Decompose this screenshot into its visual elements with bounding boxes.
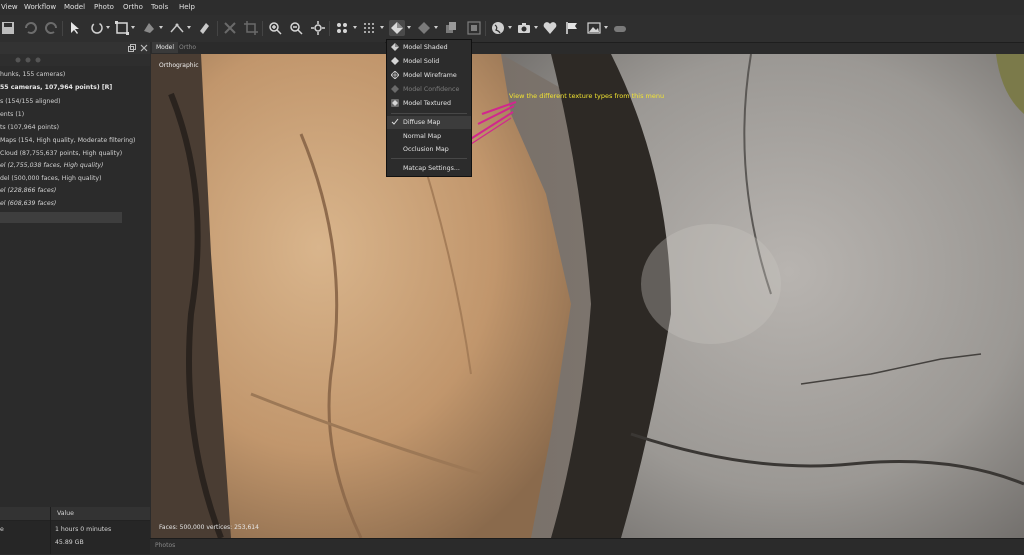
menu-photo[interactable]: Photo <box>94 3 114 11</box>
menu-item-model-solid[interactable]: Model Solid <box>387 55 471 68</box>
toolbar <box>0 15 1024 43</box>
menu-item-label: Model Wireframe <box>403 72 457 79</box>
menu-item-label: Model Shaded <box>403 44 448 51</box>
delete-icon[interactable] <box>222 20 238 36</box>
photos-pane-label: Photos <box>155 542 176 549</box>
workspace-item-model[interactable]: el (2,755,038 faces, High quality) <box>0 162 103 169</box>
model-shaded-icon[interactable] <box>389 20 405 36</box>
menu-item-normal-map[interactable]: Normal Map <box>387 130 471 143</box>
menu-workflow[interactable]: Workflow <box>24 3 56 11</box>
workspace-item[interactable]: hunks, 155 cameras) <box>0 71 65 78</box>
pointer-icon[interactable] <box>67 20 83 36</box>
workspace-item-cameras[interactable]: s (154/155 aligned) <box>0 98 61 105</box>
layers-icon[interactable] <box>443 20 459 36</box>
workspace-item-chunk[interactable]: 55 cameras, 107,964 points) [R] <box>0 84 112 91</box>
projection-label: Orthographic <box>159 62 199 69</box>
menu-item-model-shaded[interactable]: Model Shaded <box>387 41 471 54</box>
workspace-item-depth-maps[interactable]: Maps (154, High quality, Moderate filter… <box>0 137 135 144</box>
menu-item-model-confidence: Model Confidence <box>387 83 471 96</box>
camera-grid-icon[interactable] <box>466 20 482 36</box>
heart-icon[interactable] <box>542 20 558 36</box>
eraser-icon[interactable] <box>196 20 212 36</box>
workspace-item-model[interactable]: el (228,866 faces) <box>0 187 56 194</box>
menu-model[interactable]: Model <box>64 3 85 11</box>
workspace-subtoolbar <box>0 54 150 66</box>
properties-header: Value <box>0 507 150 521</box>
rock-texture <box>151 54 1024 538</box>
menu-item-label: Normal Map <box>403 133 442 140</box>
zoom-out-icon[interactable] <box>288 20 304 36</box>
menu-item-label: Model Textured <box>403 100 451 107</box>
ruler-icon[interactable] <box>169 20 185 36</box>
image-icon[interactable] <box>586 20 602 36</box>
workspace-item-model[interactable]: el (608,639 faces) <box>0 200 56 207</box>
undo-icon[interactable] <box>22 20 38 36</box>
crop-icon[interactable] <box>243 20 259 36</box>
annotation-text: View the different texture types from th… <box>509 92 665 100</box>
menu-item-matcap-settings[interactable]: Matcap Settings... <box>387 162 471 175</box>
property-value: 1 hours 0 minutes <box>55 526 112 533</box>
menu-item-diffuse-map[interactable]: Diffuse Map <box>387 116 471 129</box>
menu-item-label: Model Solid <box>403 58 440 65</box>
zoom-in-icon[interactable] <box>267 20 283 36</box>
checkmark-icon <box>391 118 399 125</box>
workspace-tools-icon[interactable] <box>14 56 44 64</box>
menu-item-label: Model Confidence <box>403 86 460 93</box>
properties-panel: Value e 1 hours 0 minutes 45.89 GB <box>0 507 150 554</box>
value-column-header: Value <box>57 510 74 517</box>
marker-icon[interactable] <box>612 20 628 36</box>
menu-item-label: Matcap Settings... <box>403 165 460 172</box>
menu-item-model-wireframe[interactable]: Model Wireframe <box>387 69 471 82</box>
workspace-item-markers[interactable]: ents (1) <box>0 111 24 118</box>
menu-help[interactable]: Help <box>179 3 195 11</box>
menu-tools[interactable]: Tools <box>151 3 168 11</box>
model-textured-icon <box>391 99 399 107</box>
texture-icon[interactable] <box>416 20 432 36</box>
model-wireframe-icon <box>391 71 399 79</box>
camera-icon[interactable] <box>516 20 532 36</box>
save-icon[interactable] <box>0 20 16 36</box>
navigate-icon[interactable] <box>310 20 326 36</box>
menu-item-model-textured[interactable]: Model Textured <box>387 97 471 110</box>
selected-row-highlight <box>0 212 122 223</box>
points-icon[interactable] <box>334 20 350 36</box>
workspace-panel: hunks, 155 cameras) 55 cameras, 107,964 … <box>0 42 150 508</box>
viewport-status: Faces: 500,000 vertices: 253,614 <box>159 524 259 531</box>
menu-view[interactable]: View <box>1 3 18 11</box>
float-icon[interactable] <box>128 44 136 52</box>
property-value: 45.89 GB <box>55 539 84 546</box>
property-name: e <box>0 526 4 533</box>
photos-pane: Photos <box>150 538 1024 555</box>
workspace-item-dense-cloud[interactable]: Cloud (87,755,637 points, High quality) <box>0 150 122 157</box>
polygon-icon[interactable] <box>141 20 157 36</box>
model-view-menu: Model Shaded Model Solid Model Wireframe… <box>386 39 472 177</box>
redo-icon[interactable] <box>44 20 60 36</box>
menu-item-label: Diffuse Map <box>403 119 441 126</box>
view-tabs: Model Ortho <box>150 42 385 54</box>
menu-item-occlusion-map[interactable]: Occlusion Map <box>387 143 471 156</box>
workspace-item-model-active[interactable]: del (500,000 faces, High quality) <box>0 175 102 182</box>
close-icon[interactable] <box>140 44 148 52</box>
globe-icon[interactable] <box>490 20 506 36</box>
region-icon[interactable] <box>114 20 130 36</box>
rotate-icon[interactable] <box>89 20 105 36</box>
model-solid-icon <box>391 57 399 65</box>
model-shaded-icon <box>391 43 399 51</box>
menu-item-label: Occlusion Map <box>403 146 449 153</box>
grid-points-icon[interactable] <box>361 20 377 36</box>
workspace-panel-header <box>0 42 150 54</box>
model-confidence-icon <box>391 85 399 93</box>
tab-ortho[interactable]: Ortho <box>175 42 200 53</box>
workspace-item-tie-points[interactable]: ts (107,964 points) <box>0 124 59 131</box>
model-viewport[interactable]: Orthographic Faces: 500,000 vertices: 25… <box>151 54 1024 538</box>
flag-icon[interactable] <box>564 20 580 36</box>
menu-bar: View Workflow Model Photo Ortho Tools He… <box>0 0 1024 15</box>
menu-ortho[interactable]: Ortho <box>123 3 143 11</box>
